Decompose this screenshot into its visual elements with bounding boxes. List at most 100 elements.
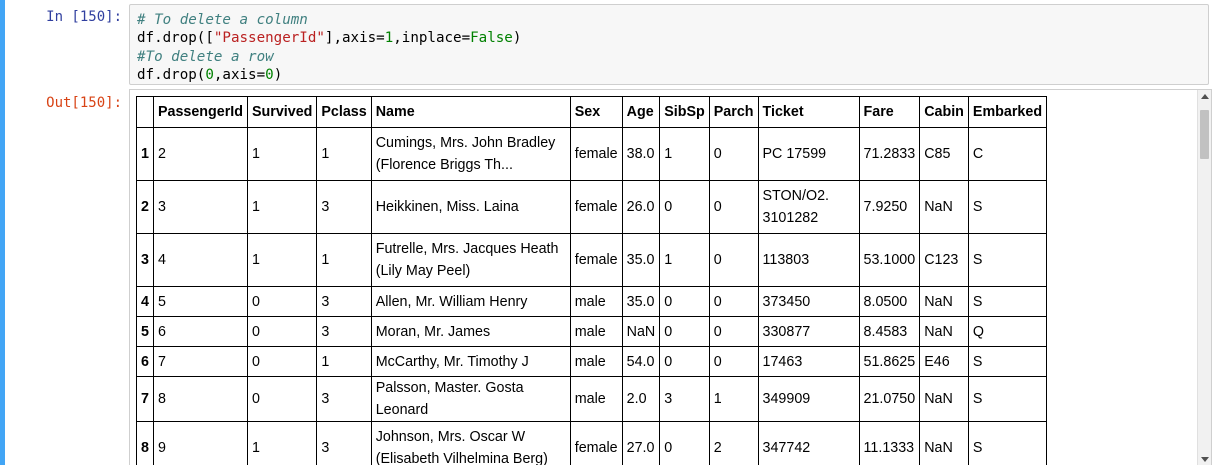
table-header-row: PassengerId Survived Pclass Name Sex Age SibSp…	[136, 96, 1048, 128]
table-cell: Johnson, Mrs. Oscar W (Elisabeth Vilhelm…	[370, 421, 571, 465]
table-cell: male	[569, 286, 623, 317]
table-cell: 1	[708, 376, 759, 422]
table-cell: 5	[152, 286, 248, 317]
column-header: Parch	[708, 96, 759, 128]
table-cell: Futrelle, Mrs. Jacques Heath (Lily May P…	[370, 233, 571, 287]
table-cell: C	[967, 127, 1048, 181]
table-cell: 11.1333	[858, 421, 921, 465]
code-line-2: df.drop(["PassengerId"],axis=1,inplace=F…	[137, 30, 522, 47]
table-cell: 0	[708, 286, 759, 317]
table-cell: 0	[659, 346, 710, 377]
table-cell: 0	[708, 127, 759, 181]
table-cell: 2	[708, 421, 759, 465]
table-cell: S	[967, 286, 1048, 317]
table-cell: NaN	[919, 316, 969, 347]
dataframe-table: PassengerId Survived Pclass Name Sex Age SibSp…	[136, 96, 1048, 465]
row-index: 4	[136, 286, 154, 317]
table-cell: 0	[246, 346, 318, 377]
table-row: 3 4 1 1 Futrelle, Mrs. Jacques Heath (Lily M…	[136, 233, 1048, 287]
table-cell: male	[569, 376, 623, 422]
column-header: Age	[621, 96, 661, 128]
code-editor[interactable]: # To delete a column df.drop(["Passenger…	[137, 11, 521, 84]
table-cell: 53.1000	[858, 233, 921, 287]
table-cell: 38.0	[621, 127, 661, 181]
table-cell: 1	[246, 233, 318, 287]
code-line-1: # To delete a column	[137, 12, 308, 28]
table-cell: 3	[316, 376, 372, 422]
table-cell: S	[967, 346, 1048, 377]
table-cell: 0	[659, 180, 710, 234]
table-row: 1 2 1 1 Cumings, Mrs. John Bradley (Florence…	[136, 127, 1048, 181]
table-cell: 0	[708, 180, 759, 234]
table-cell: 3	[659, 376, 710, 422]
table-cell: NaN	[621, 316, 661, 347]
table-cell: S	[967, 421, 1048, 465]
table-cell: female	[569, 127, 623, 181]
table-cell: 330877	[757, 316, 860, 347]
table-cell: 71.2833	[858, 127, 921, 181]
table-cell: female	[569, 180, 623, 234]
table-cell: Palsson, Master. Gosta Leonard	[370, 376, 571, 422]
column-header: Pclass	[316, 96, 372, 128]
column-header: PassengerId	[152, 96, 248, 128]
table-row: 7 8 0 3 Palsson, Master. Gosta Leonard male 2.…	[136, 376, 1048, 422]
table-cell: Cumings, Mrs. John Bradley (Florence Bri…	[370, 127, 571, 181]
table-row: 5 6 0 3 Moran, Mr. James male NaN 0 0 330877 8.458…	[136, 316, 1048, 347]
table-cell: 8	[152, 376, 248, 422]
row-index: 3	[136, 233, 154, 287]
table-cell: 1	[246, 127, 318, 181]
table-cell: 9	[152, 421, 248, 465]
column-header: Fare	[858, 96, 921, 128]
table-cell: 1	[659, 127, 710, 181]
table-body: 1 2 1 1 Cumings, Mrs. John Bradley (Florence…	[136, 127, 1048, 465]
scroll-down-arrow-icon[interactable]	[1201, 457, 1209, 462]
table-cell: 0	[246, 316, 318, 347]
table-cell: 3	[316, 316, 372, 347]
table-cell: Moran, Mr. James	[370, 316, 571, 347]
table-cell: female	[569, 233, 623, 287]
table-cell: 0	[708, 316, 759, 347]
table-cell: 51.8625	[858, 346, 921, 377]
table-cell: male	[569, 316, 623, 347]
row-index: 5	[136, 316, 154, 347]
table-cell: 3	[316, 421, 372, 465]
output-area: PassengerId Survived Pclass Name Sex Age SibSp…	[129, 89, 1212, 465]
table-cell: 1	[316, 233, 372, 287]
table-cell: 35.0	[621, 233, 661, 287]
table-cell: 21.0750	[858, 376, 921, 422]
table-cell: 373450	[757, 286, 860, 317]
column-header: Sex	[569, 96, 623, 128]
table-cell: 35.0	[621, 286, 661, 317]
column-header: Cabin	[919, 96, 969, 128]
output-scrollbar[interactable]	[1197, 90, 1211, 465]
table-cell: 1	[316, 127, 372, 181]
table-cell: Heikkinen, Miss. Laina	[370, 180, 571, 234]
table-cell: 1	[246, 180, 318, 234]
table-cell: female	[569, 421, 623, 465]
table-cell: PC 17599	[757, 127, 860, 181]
column-header: Ticket	[757, 96, 860, 128]
table-cell: E46	[919, 346, 969, 377]
table-cell: 4	[152, 233, 248, 287]
table-cell: 26.0	[621, 180, 661, 234]
table-cell: 1	[659, 233, 710, 287]
table-cell: 8.0500	[858, 286, 921, 317]
code-cell-input[interactable]: # To delete a column df.drop(["Passenger…	[129, 4, 1209, 85]
table-cell: S	[967, 376, 1048, 422]
table-cell: 2	[152, 127, 248, 181]
table-cell: STON/O2. 3101282	[757, 180, 860, 234]
table-cell: 3	[316, 180, 372, 234]
table-cell: 0	[659, 286, 710, 317]
scroll-up-arrow-icon[interactable]	[1201, 94, 1209, 99]
table-cell: 113803	[757, 233, 860, 287]
table-cell: C123	[919, 233, 969, 287]
table-cell: S	[967, 233, 1048, 287]
table-cell: NaN	[919, 180, 969, 234]
row-index: 2	[136, 180, 154, 234]
row-index: 6	[136, 346, 154, 377]
scroll-thumb[interactable]	[1200, 110, 1209, 159]
column-header: Embarked	[967, 96, 1048, 128]
table-cell: McCarthy, Mr. Timothy J	[370, 346, 571, 377]
table-cell: Allen, Mr. William Henry	[370, 286, 571, 317]
table-row: 4 5 0 3 Allen, Mr. William Henry male 35.0 0 0 37…	[136, 286, 1048, 317]
